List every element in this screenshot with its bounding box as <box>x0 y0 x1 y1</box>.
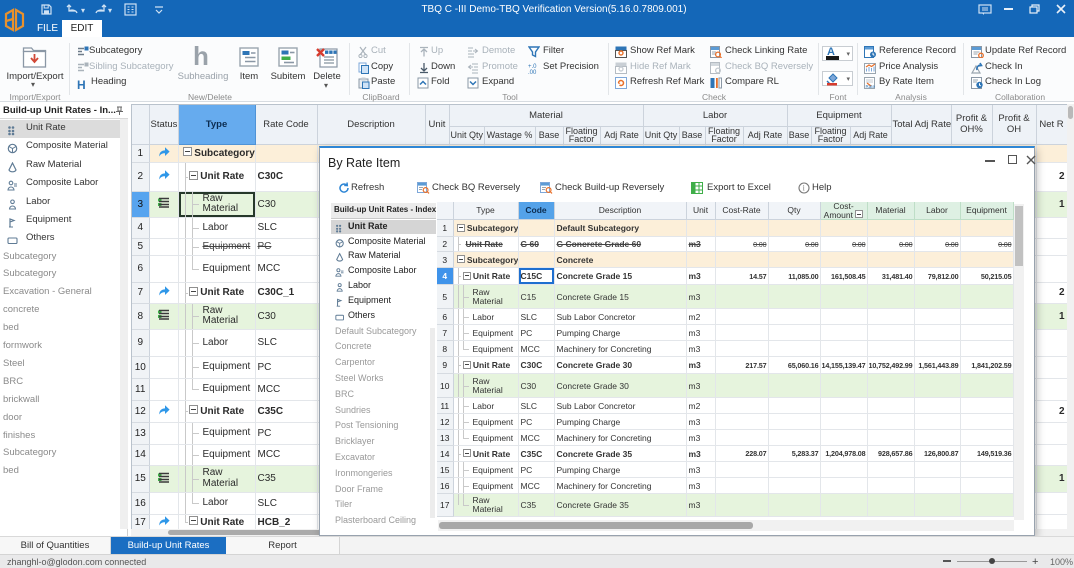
svg-text:Rate: Rate <box>866 84 876 89</box>
svg-text:.00: .00 <box>528 70 537 74</box>
svg-text:i: i <box>803 184 806 193</box>
